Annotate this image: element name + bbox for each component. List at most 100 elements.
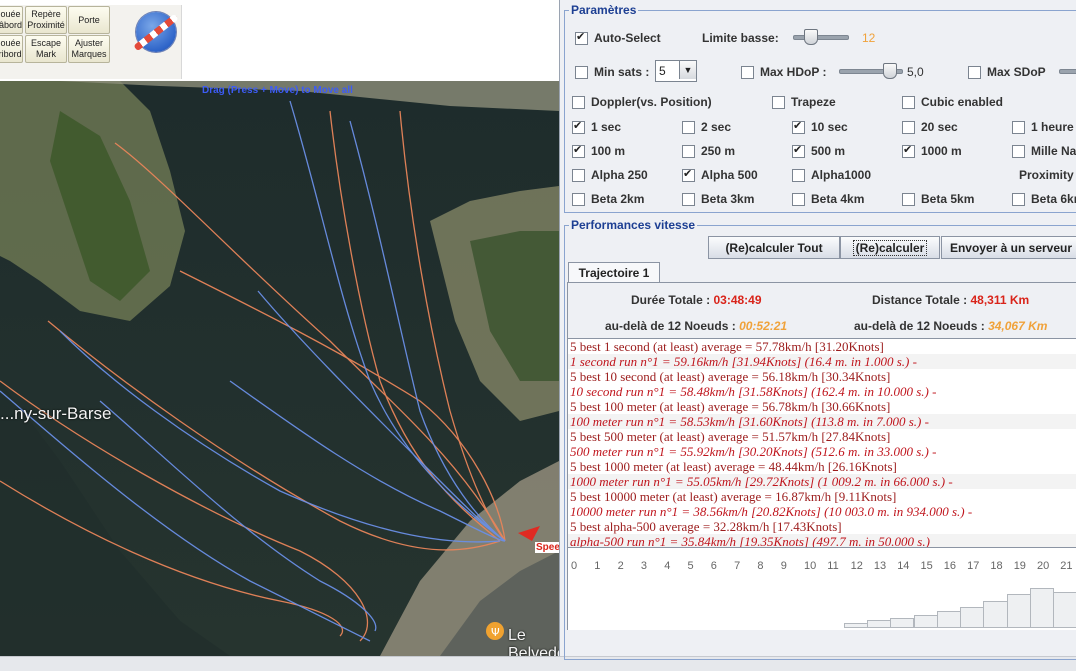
option-checkbox-beta-3km[interactable]: Beta 3km [682,192,754,206]
speed-histogram: 0 1 2 3 4 5 6 7 8 9 10 11 12 13 14 15 16 17 18 19 20 21 [568,547,1076,630]
checkbox-box[interactable] [682,144,695,158]
max-sdop-box[interactable] [968,65,981,79]
option-checkbox-alpha-500[interactable]: Alpha 500 [682,167,758,182]
checkbox-box[interactable] [572,168,585,182]
chevron-down-icon[interactable]: ▼ [679,61,696,79]
checkbox-box[interactable] [902,95,915,109]
option-checkbox-1000-m[interactable]: 1000 m [902,143,962,158]
min-sats-combo[interactable]: 5 ▼ [655,60,697,82]
histogram-tick-label: 4 [664,560,671,572]
histogram-tick-label: 12 [850,560,863,572]
option-checkbox-500-m[interactable]: 500 m [792,143,845,158]
option-checkbox-trapeze[interactable]: Trapeze [772,95,836,109]
histogram-tick-label: 21 [1060,560,1073,572]
max-hdop-checkbox[interactable]: Max HDoP : [741,65,826,79]
checkbox-box[interactable] [572,143,585,158]
tab-trajectoire-1[interactable]: Trajectoire 1 [568,262,660,283]
recalc-button[interactable]: (Re)calculer [840,236,940,259]
option-checkbox-mille-nau[interactable]: Mille Nau [1012,144,1076,158]
satellite-map[interactable]: Ψ Drag (Press + Move) to Move all ...ny-… [0,81,559,656]
checkbox-box[interactable] [572,95,585,109]
map-toolbar: Bouée Bâbord Repère Proximité Porte Boué… [0,0,559,81]
checkbox-label: Trapeze [791,95,836,109]
option-checkbox-250-m[interactable]: 250 m [682,144,735,158]
option-checkbox-cubic-enabled[interactable]: Cubic enabled [902,95,1003,109]
checkbox-box[interactable] [902,143,915,158]
checkbox-label: 2 sec [701,120,732,134]
option-checkbox-10-sec[interactable]: 10 sec [792,119,848,134]
limite-basse-thumb[interactable] [804,29,818,45]
checkbox-box[interactable] [792,119,805,134]
results-list[interactable]: 5 best 1 second (at least) average = 57.… [568,338,1076,547]
checkbox-box[interactable] [792,143,805,158]
checkbox-box[interactable] [682,120,695,134]
option-checkbox-2-sec[interactable]: 2 sec [682,120,731,134]
checkbox-label: Beta 3km [701,192,755,206]
max-hdop-slider[interactable] [839,63,903,79]
option-checkbox-alpha1000[interactable]: Alpha1000 [792,168,871,182]
histogram-tick-label: 18 [990,560,1003,572]
result-summary-line: 5 best alpha-500 average = 32.28km/h [17… [570,519,842,534]
option-checkbox-1-sec[interactable]: 1 sec [572,119,621,134]
bouee-tribord-button[interactable]: Bouée Tribord [0,35,23,63]
send-server-button[interactable]: Envoyer à un serveur [941,236,1076,259]
option-checkbox-1-heure[interactable]: 1 heure [1012,120,1074,134]
checkbox-box[interactable] [902,192,915,206]
checkbox-box[interactable] [1012,192,1025,206]
checkbox-label: Cubic enabled [921,95,1004,109]
checkbox-box[interactable] [772,95,785,109]
trajectory-pane: Durée Totale : 03:48:49 Distance Totale … [567,282,1076,630]
ajuster-marques-button[interactable]: Ajuster Marques [68,35,110,63]
result-summary-line: 5 best 10000 meter (at least) average = … [570,489,897,504]
checkbox-box[interactable] [902,120,915,134]
histogram-tick-label: 10 [804,560,817,572]
max-hdop-thumb[interactable] [883,63,897,79]
checkbox-box[interactable] [572,192,585,206]
max-sdop-checkbox[interactable]: Max SDoP [968,65,1046,79]
auto-select-box[interactable] [575,30,588,45]
min-sats-box[interactable] [575,65,588,79]
option-checkbox-beta-2km[interactable]: Beta 2km [572,192,644,206]
limite-basse-label: Limite basse: [702,31,779,45]
max-sdop-slider[interactable] [1059,63,1076,77]
place-label-lake: ...ny-sur-Barse [0,404,112,423]
histogram-bar [983,601,1008,628]
max-hdop-box[interactable] [741,65,754,79]
option-checkbox-100-m[interactable]: 100 m [572,143,626,158]
checkbox-box[interactable] [792,192,805,206]
option-checkbox-doppler-vs-position[interactable]: Doppler(vs. Position) [572,95,712,109]
result-summary-line: 5 best 1 second (at least) average = 57.… [570,339,884,354]
right-panel: Paramètres Auto-Select Limite basse: 1 2 … [559,0,1076,660]
checkbox-box[interactable] [572,119,585,134]
limite-basse-slider[interactable] [793,29,849,45]
perf-legend: Performances vitesse [571,218,696,232]
checkbox-label: 100 m [591,144,626,158]
option-checkbox-beta-5km[interactable]: Beta 5km [902,192,974,206]
checkbox-label: Alpha 250 [591,168,648,182]
checkbox-box[interactable] [792,168,805,182]
histogram-tick-label: 0 [571,560,578,572]
checkbox-box[interactable] [682,192,695,206]
result-summary-line: 5 best 10 second (at least) average = 56… [570,369,891,384]
recalc-all-button[interactable]: (Re)calculer Tout [708,236,840,259]
histogram-tick-label: 7 [734,560,741,572]
min-sats-checkbox[interactable]: Min sats : [575,65,649,79]
option-checkbox-20-sec[interactable]: 20 sec [902,120,958,134]
option-checkbox-alpha-250[interactable]: Alpha 250 [572,168,648,182]
option-checkbox-beta-6km[interactable]: Beta 6km [1012,192,1076,206]
repere-proximite-button[interactable]: Repère Proximité [25,6,67,34]
auto-select-checkbox[interactable]: Auto-Select [575,30,661,45]
checkbox-box[interactable] [1012,120,1025,134]
bouee-babord-button[interactable]: Bouée Bâbord [0,6,23,34]
option-checkbox-beta-4km[interactable]: Beta 4km [792,192,864,206]
histogram-bar [843,623,868,628]
checkbox-box[interactable] [1012,144,1025,158]
porte-button[interactable]: Porte [68,6,110,34]
result-run-line: 100 meter run n°1 = 58.53km/h [31.60Knot… [568,414,1076,429]
histogram-tick-label: 2 [617,560,624,572]
checkbox-label: Beta 4km [811,192,865,206]
escape-mark-button[interactable]: Escape Mark [25,35,67,63]
checkbox-box[interactable] [682,167,695,182]
histogram-tick-label: 3 [640,560,648,572]
histogram-bar [1006,594,1031,628]
